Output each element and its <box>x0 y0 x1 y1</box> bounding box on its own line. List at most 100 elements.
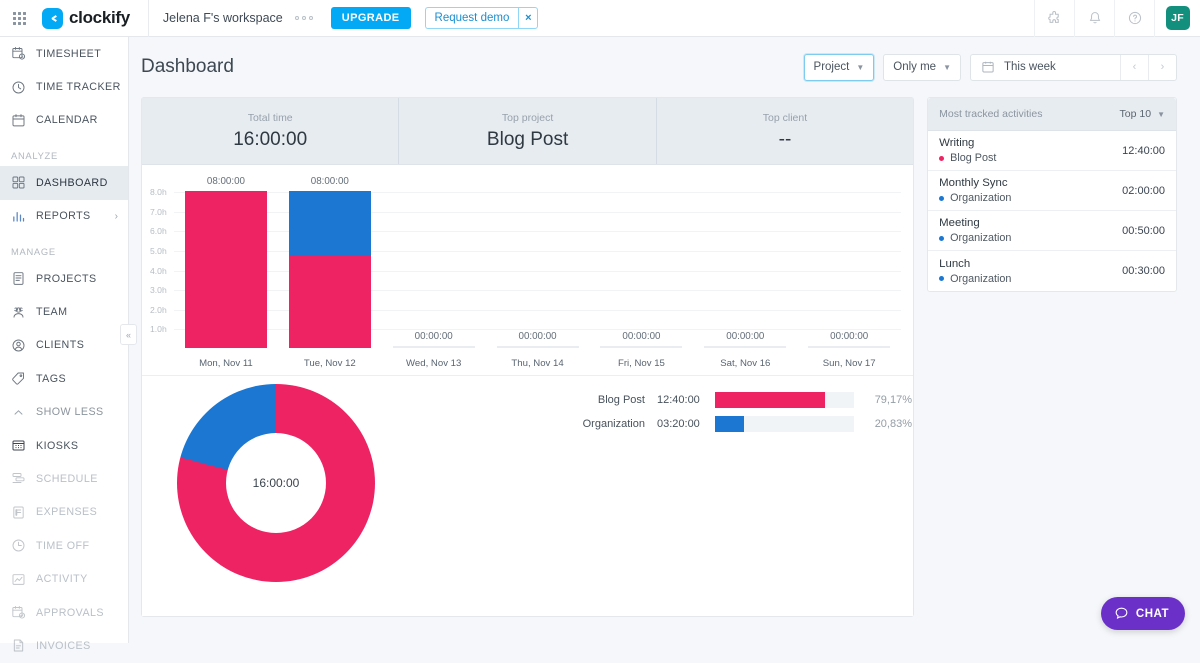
bar-segment-blog-post[interactable] <box>185 191 267 348</box>
summary-value: -- <box>779 129 792 151</box>
activity-project: Organization <box>939 192 1011 204</box>
sidebar-item-label: TIMESHEET <box>36 48 101 60</box>
activity-row[interactable]: MeetingOrganization00:50:00 <box>928 211 1176 251</box>
activity-icon <box>10 571 26 587</box>
expenses-icon <box>10 504 26 520</box>
workspace-dots-icon[interactable] <box>295 16 313 20</box>
bar-column[interactable]: 08:00:00Mon, Nov 11 <box>174 165 278 375</box>
activity-row[interactable]: Writing Blog Post 12:40:00 <box>928 131 1176 171</box>
clockify-logo[interactable]: clockify <box>38 8 130 29</box>
bar-stack[interactable] <box>289 191 371 348</box>
activities-header: Most tracked activities Top 10 ▼ <box>928 98 1176 131</box>
sidebar-item-projects[interactable]: PROJECTS <box>0 262 128 295</box>
chat-button[interactable]: CHAT <box>1101 597 1185 630</box>
team-icon <box>10 304 26 320</box>
integrations-icon[interactable] <box>1034 0 1074 37</box>
bar-zero-stub <box>808 346 890 348</box>
top-n-dropdown[interactable]: Top 10 ▼ <box>1120 108 1165 120</box>
activity-duration: 12:40:00 <box>1122 145 1165 157</box>
y-axis-tick: 7.0h <box>150 207 167 217</box>
sidebar-item-label: TAGS <box>36 373 66 385</box>
sidebar-item-time-tracker[interactable]: TIME TRACKER <box>0 70 128 103</box>
show-less-label: SHOW LESS <box>36 406 104 418</box>
sidebar-item-clients[interactable]: CLIENTS <box>0 329 128 362</box>
apps-grid-icon[interactable] <box>0 12 38 25</box>
project-filter-dropdown[interactable]: Project ▼ <box>804 54 875 81</box>
legend-progress-track <box>715 416 855 432</box>
bar-value-label: 08:00:00 <box>311 176 349 187</box>
sidebar-item-invoices[interactable]: INVOICES <box>0 629 128 662</box>
sidebar-item-kiosks[interactable]: KIOSKS <box>0 429 128 462</box>
sidebar-item-expenses[interactable]: EXPENSES <box>0 496 128 529</box>
bar-value-label: 00:00:00 <box>415 331 453 342</box>
sidebar-item-tags[interactable]: TAGS <box>0 362 128 395</box>
date-range-label: This week <box>1004 61 1056 73</box>
bar-segment-organization[interactable] <box>289 191 371 256</box>
sidebar: TIMESHEET TIME TRACKER CALENDARANALYZE DASH… <box>0 37 129 643</box>
bar-columns: 08:00:00Mon, Nov 1108:00:00Tue, Nov 1200… <box>174 165 901 375</box>
bar-column[interactable]: 00:00:00 Fri, Nov 15 <box>590 165 694 375</box>
bar-column[interactable]: 08:00:00Tue, Nov 12 <box>278 165 382 375</box>
next-period-button[interactable]: › <box>1148 55 1176 80</box>
activity-project-name: Organization <box>950 192 1011 204</box>
user-filter-dropdown[interactable]: Only me ▼ <box>883 54 961 81</box>
summary-label: Total time <box>248 112 293 124</box>
calendar-icon <box>981 60 995 74</box>
bar-column[interactable]: 00:00:00Sat, Nov 16 <box>693 165 797 375</box>
date-range-button[interactable]: This week <box>971 55 1120 80</box>
bar-column[interactable]: 00:00:00Wed, Nov 13 <box>382 165 486 375</box>
sidebar-item-timesheet[interactable]: TIMESHEET <box>0 37 128 70</box>
activity-project: Organization <box>939 273 1011 285</box>
sidebar-show-less[interactable]: SHOW LESS <box>0 396 128 429</box>
legend-progress-fill <box>715 416 744 432</box>
workspace-name[interactable]: Jelena F's workspace <box>149 11 295 25</box>
upgrade-button[interactable]: UPGRADE <box>331 7 411 29</box>
request-demo-button[interactable]: Request demo <box>425 7 519 29</box>
activity-main: Monthly SyncOrganization <box>939 177 1011 204</box>
activity-project: Blog Post <box>939 152 996 164</box>
activity-duration: 02:00:00 <box>1122 185 1165 197</box>
chat-label: CHAT <box>1136 608 1169 620</box>
chat-bubble-icon <box>1114 606 1129 621</box>
bar-column[interactable]: 00:00:00Thu, Nov 14 <box>486 165 590 375</box>
bar-column[interactable]: 00:00:00Sun, Nov 17 <box>797 165 901 375</box>
collapse-sidebar-icon[interactable]: « <box>120 324 137 345</box>
bar-value-label: 00:00:00 <box>830 331 868 342</box>
prev-period-button[interactable]: ‹ <box>1120 55 1148 80</box>
bar-value-label: 08:00:00 <box>207 176 245 187</box>
sidebar-item-calendar[interactable]: CALENDAR <box>0 104 128 137</box>
sidebar-section-manage: MANAGE <box>0 233 128 262</box>
sidebar-section-analyze: ANALYZE <box>0 137 128 166</box>
sidebar-item-label: TEAM <box>36 306 68 318</box>
bar-stack[interactable] <box>185 191 267 348</box>
x-axis-tick: Fri, Nov 15 <box>618 358 665 369</box>
sidebar-item-approvals[interactable]: APPROVALS <box>0 596 128 629</box>
sidebar-item-schedule[interactable]: SCHEDULE <box>0 462 128 495</box>
bar-segment-blog-post[interactable] <box>289 256 371 348</box>
sidebar-item-dashboard[interactable]: DASHBOARD <box>0 166 128 199</box>
close-demo-icon[interactable]: × <box>518 7 538 29</box>
sidebar-item-label: DASHBOARD <box>36 177 108 189</box>
sidebar-item-label: TIME TRACKER <box>36 81 121 93</box>
help-icon[interactable] <box>1114 0 1154 37</box>
chevron-up-icon <box>10 404 26 420</box>
summary-label: Top project <box>502 112 553 124</box>
bar-zero-stub <box>497 346 579 348</box>
summary-value: Blog Post <box>487 129 568 151</box>
activity-row[interactable]: Monthly SyncOrganization 02:00:00 <box>928 171 1176 211</box>
sidebar-item-activity[interactable]: ACTIVITY <box>0 562 128 595</box>
notifications-bell-icon[interactable] <box>1074 0 1114 37</box>
bar-report-icon <box>10 208 26 224</box>
sidebar-item-reports[interactable]: REPORTS› <box>0 200 128 233</box>
chevron-right-icon: › <box>115 211 118 222</box>
summary-card: Top client-- <box>657 98 913 164</box>
sidebar-item-team[interactable]: TEAM <box>0 295 128 328</box>
page-title: Dashboard <box>141 56 234 78</box>
activity-row[interactable]: LunchOrganization00:30:00 <box>928 251 1176 291</box>
avatar[interactable]: JF <box>1166 6 1190 30</box>
bar-value-label: 00:00:00 <box>622 331 660 342</box>
activity-title: Writing <box>939 137 996 149</box>
summary-bar: Total time16:00:00Top projectBlog PostTo… <box>142 98 913 165</box>
y-axis-tick: 4.0h <box>150 266 167 276</box>
sidebar-item-time-off[interactable]: TIME OFF <box>0 529 128 562</box>
